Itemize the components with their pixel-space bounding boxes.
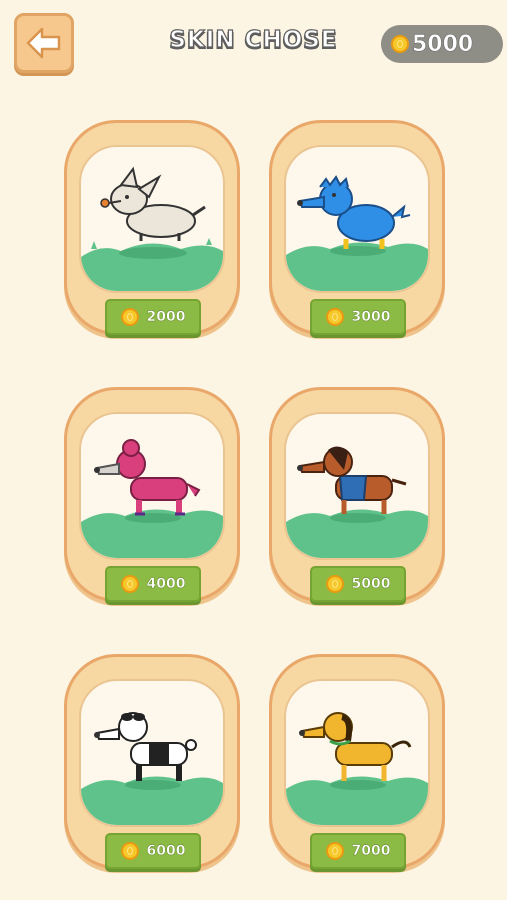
skin-preview xyxy=(284,679,430,827)
price-label: 5000 xyxy=(351,576,391,592)
pink-dog-image xyxy=(81,439,223,558)
price-button[interactable]: 3000 xyxy=(310,299,406,335)
blue-dog-image xyxy=(286,175,428,291)
skin-card-brown-dog[interactable]: 5000 xyxy=(269,387,445,602)
skin-card-panda-dog[interactable]: 6000 xyxy=(64,654,240,869)
price-label: 3000 xyxy=(351,309,391,325)
coin-icon xyxy=(120,308,139,326)
brown-dog-image xyxy=(286,446,428,558)
price-button[interactable]: 2000 xyxy=(105,299,201,335)
coin-icon xyxy=(325,575,344,593)
white-dog-image xyxy=(81,166,223,291)
price-button[interactable]: 6000 xyxy=(105,833,201,869)
coin-icon xyxy=(120,842,139,860)
price-label: 4000 xyxy=(146,576,186,592)
coin-icon xyxy=(391,35,409,53)
price-label: 2000 xyxy=(146,309,186,325)
skin-preview xyxy=(79,412,225,560)
coin-icon xyxy=(325,308,344,326)
skin-card-white-dog[interactable]: 2000 xyxy=(64,120,240,335)
panda-dog-image xyxy=(81,712,223,825)
coin-balance-amount: 5000 xyxy=(412,31,474,57)
skin-card-yellow-dog[interactable]: 7000 xyxy=(269,654,445,869)
skin-preview xyxy=(79,679,225,827)
coin-icon xyxy=(325,842,344,860)
skin-preview xyxy=(284,145,430,293)
skin-preview xyxy=(284,412,430,560)
coin-balance: 5000 xyxy=(381,25,503,63)
price-button[interactable]: 4000 xyxy=(105,566,201,602)
price-label: 6000 xyxy=(146,843,186,859)
skin-card-blue-dog[interactable]: 3000 xyxy=(269,120,445,335)
yellow-dog-image xyxy=(286,712,428,825)
price-label: 7000 xyxy=(351,843,391,859)
price-button[interactable]: 5000 xyxy=(310,566,406,602)
skin-card-pink-dog[interactable]: 4000 xyxy=(64,387,240,602)
coin-icon xyxy=(120,575,139,593)
price-button[interactable]: 7000 xyxy=(310,833,406,869)
skin-preview xyxy=(79,145,225,293)
